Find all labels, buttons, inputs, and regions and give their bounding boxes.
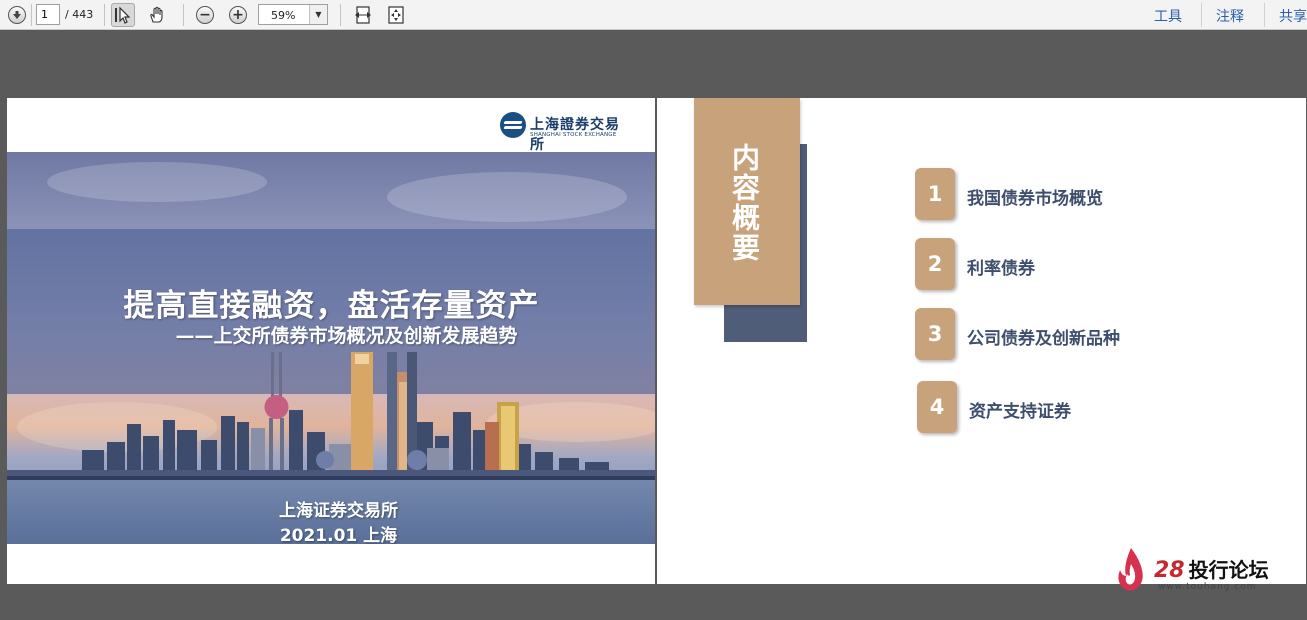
toc-item-label: 资产支持证券 [969, 402, 1071, 422]
cover-hero-image: 提高直接融资，盘活存量资产 ——上交所债券市场概况及创新发展趋势 上海证券交易所… [7, 152, 656, 544]
toolbar-divider [1264, 3, 1265, 27]
toolbar-divider [31, 4, 32, 26]
arrow-down-icon [8, 6, 26, 24]
sse-logo: 上海證券交易所 SHANGHAI STOCK EXCHANGE [500, 112, 630, 153]
comment-link[interactable]: 注释 [1216, 6, 1244, 26]
plus-icon: + [229, 6, 247, 24]
document-page-cover: 上海證券交易所 SHANGHAI STOCK EXCHANGE 提高直接融资，盘… [7, 98, 656, 584]
toc-item-label: 公司债券及创新品种 [967, 329, 1120, 349]
fit-page-button[interactable] [384, 3, 408, 27]
toc-item-label: 利率债券 [967, 259, 1035, 279]
zoom-out-button[interactable]: − [193, 3, 217, 27]
fit-page-icon [388, 6, 404, 24]
document-page-contents: 内容概要 1 我国债券市场概览 2 利率债券 3 公司债券及创新品种 4 资产支… [657, 98, 1306, 584]
cover-date: 2021.01 上海 [279, 526, 398, 544]
select-tool-button[interactable] [111, 3, 135, 27]
tools-link[interactable]: 工具 [1154, 6, 1182, 26]
toc-item-number: 3 [915, 308, 955, 360]
watermark-brand: 28 投行论坛 [1154, 558, 1269, 583]
pdf-toolbar: / 443 − + 59% ▼ 工具 注释 共享 [0, 0, 1307, 30]
city-skyline [7, 352, 656, 484]
toolbar-divider [183, 4, 184, 26]
toc-item-number: 4 [917, 381, 957, 433]
fit-width-icon [355, 6, 371, 24]
logo-english-name: SHANGHAI STOCK EXCHANGE [530, 132, 617, 138]
toolbar-divider [1201, 3, 1202, 27]
toc-title: 内容概要 [728, 143, 761, 263]
cover-title: 提高直接融资，盘活存量资产 [123, 288, 540, 324]
hand-icon [150, 6, 163, 23]
zoom-select[interactable]: 59% ▼ [258, 4, 328, 25]
next-page-button[interactable] [5, 3, 29, 27]
toc-title-block: 内容概要 [694, 98, 800, 305]
forum-watermark: 28 投行论坛 www.touhang.com [1110, 540, 1300, 596]
zoom-in-button[interactable]: + [226, 3, 250, 27]
toolbar-divider [104, 4, 105, 26]
hand-tool-button[interactable] [145, 3, 169, 27]
cover-subtitle: ——上交所债券市场概况及创新发展趋势 [175, 325, 518, 347]
watermark-url: www.touhang.com [1158, 582, 1257, 592]
sse-emblem-icon [500, 112, 526, 138]
toc-item-label: 我国债券市场概览 [967, 189, 1103, 209]
minus-icon: − [196, 6, 214, 24]
share-link[interactable]: 共享 [1279, 6, 1307, 26]
toc-item-number: 1 [915, 168, 955, 220]
page-total: / 443 [65, 8, 94, 21]
page-number-input[interactable] [36, 4, 60, 25]
fit-width-button[interactable] [351, 3, 375, 27]
toolbar-divider [340, 4, 341, 26]
zoom-value: 59% [271, 9, 296, 22]
flame-logo-icon [1118, 548, 1143, 591]
toc-item-number: 2 [915, 238, 955, 290]
cursor-select-icon [115, 6, 131, 24]
cover-organization: 上海证券交易所 [279, 501, 398, 521]
chevron-down-icon[interactable]: ▼ [309, 5, 327, 24]
